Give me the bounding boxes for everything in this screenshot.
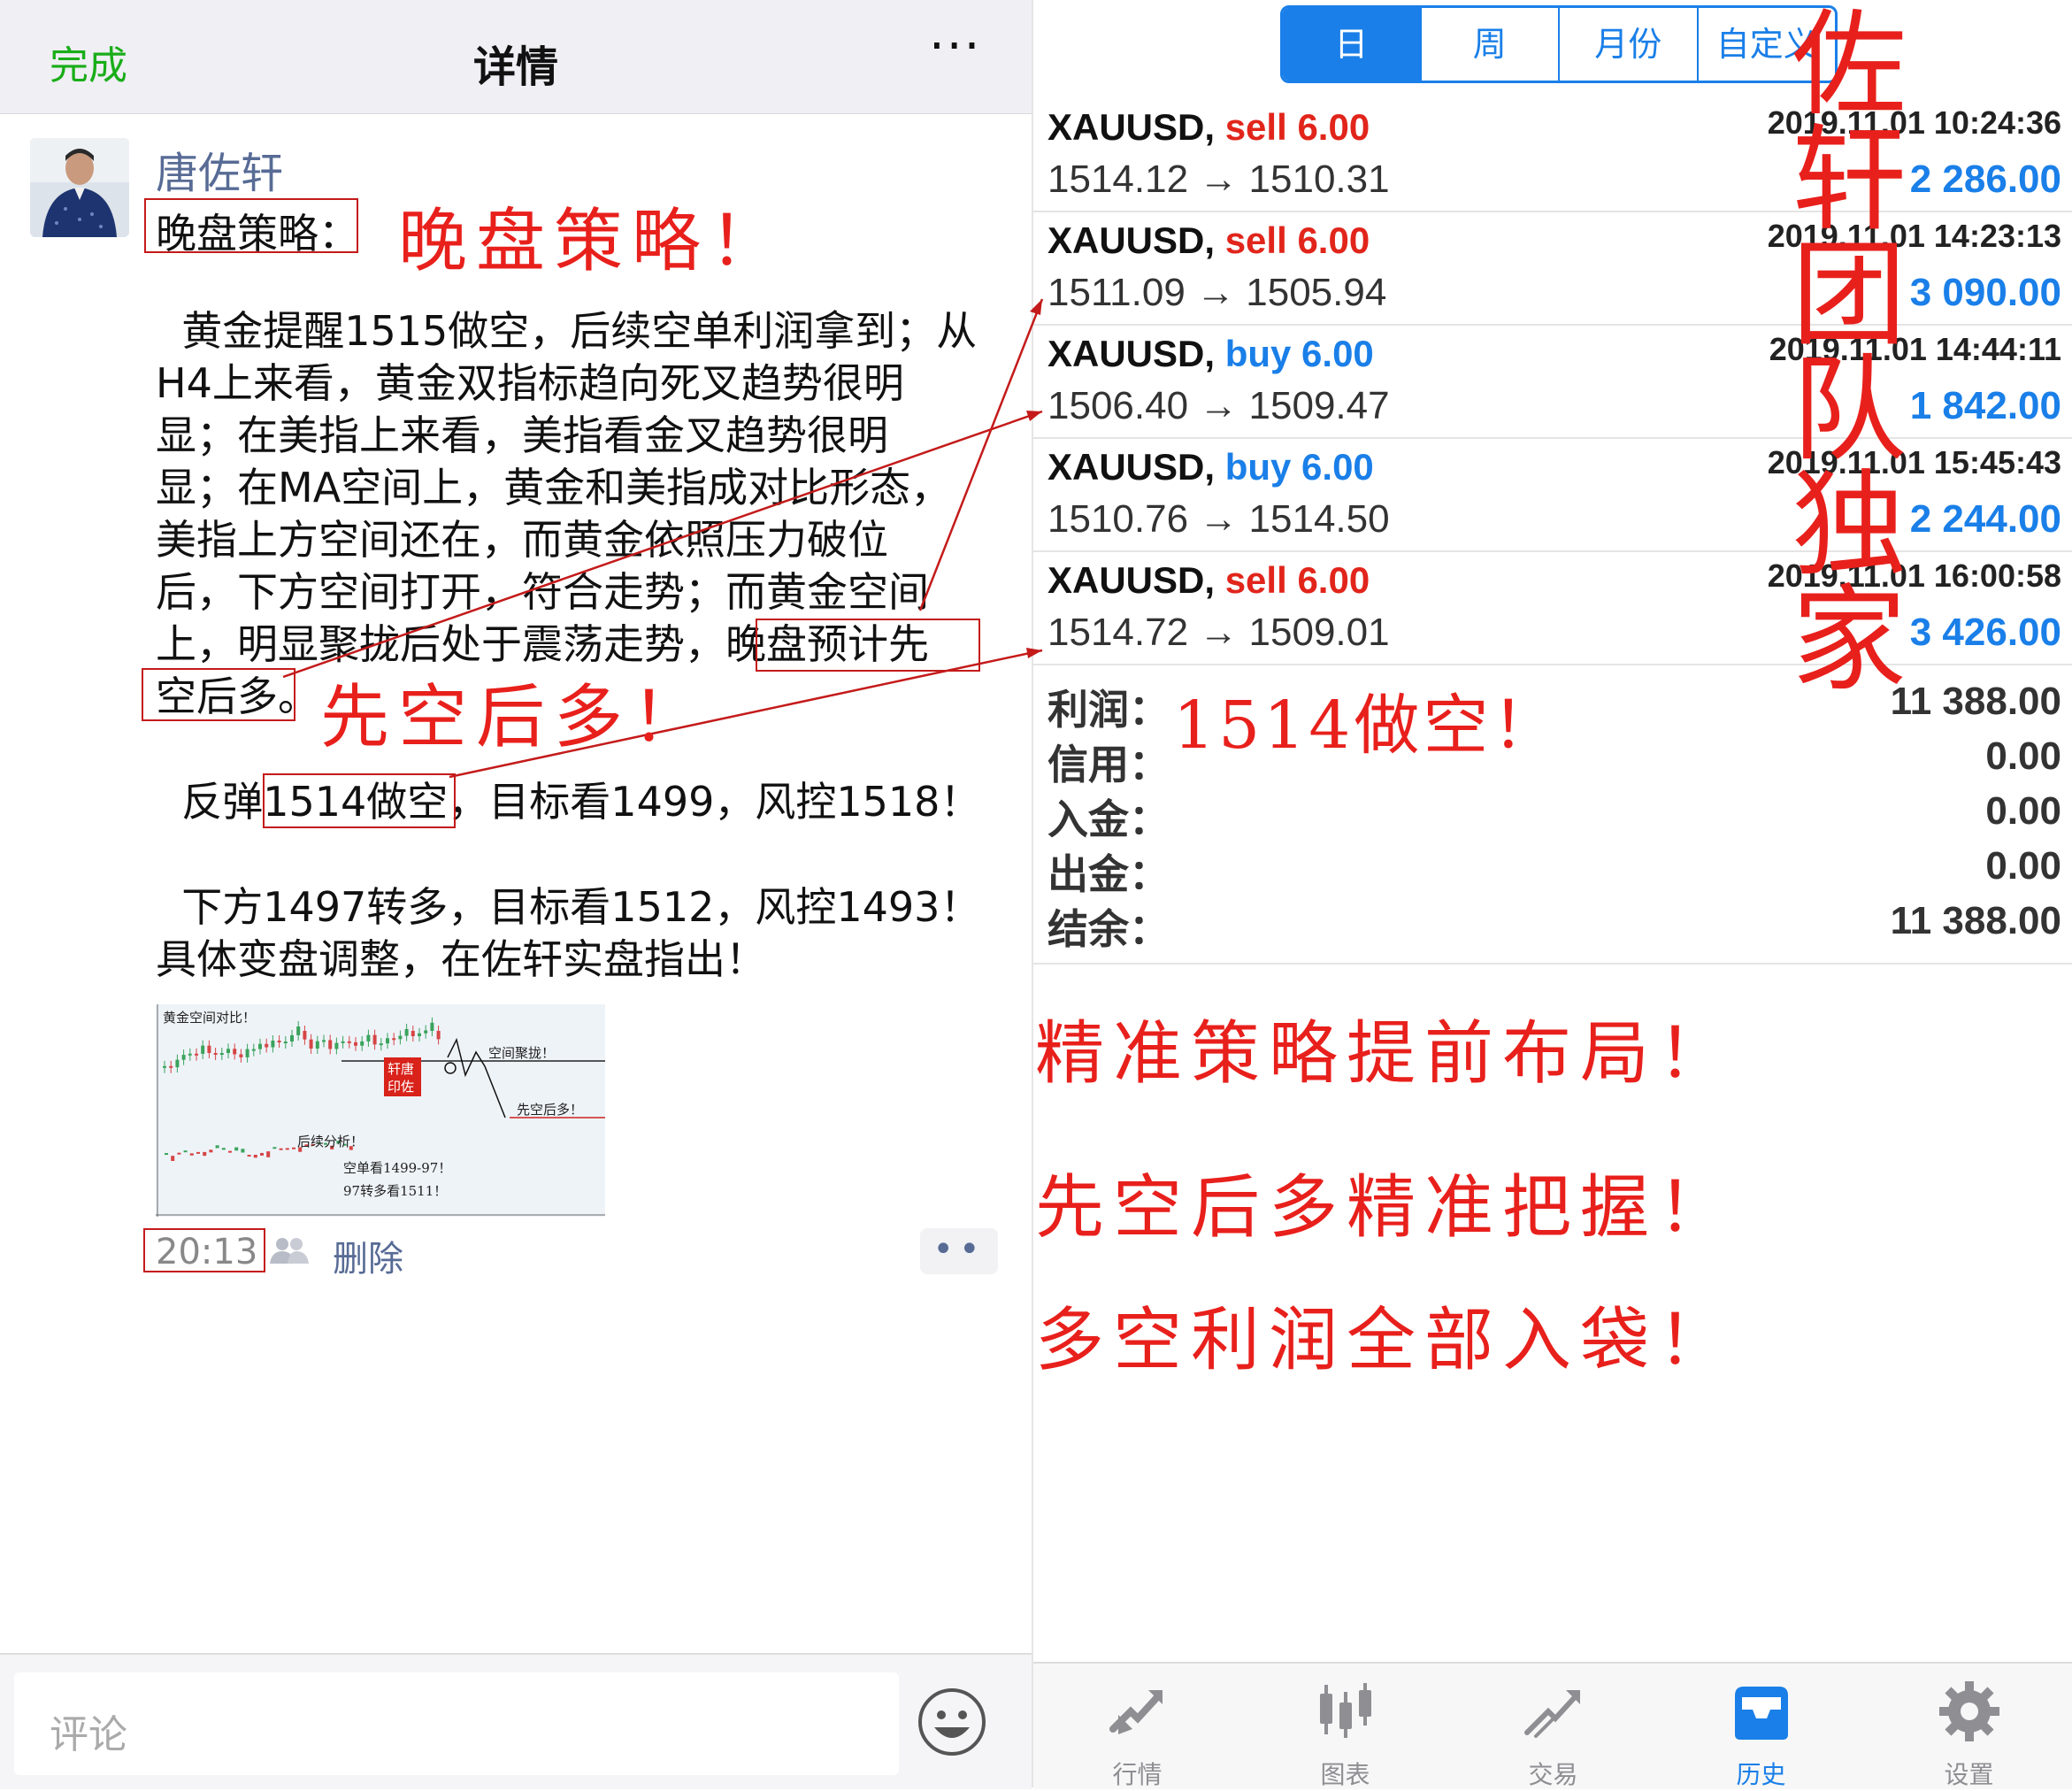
candle-body (203, 1151, 207, 1157)
team-char: 家 (1791, 573, 1907, 707)
candle-body (171, 1156, 175, 1161)
thumb-label-short-long: 先空后多！ (517, 1102, 583, 1118)
candle-body (247, 1155, 251, 1157)
tab-label: 图表 (1320, 1760, 1370, 1789)
tab-chart[interactable]: 图表 (1241, 1664, 1449, 1789)
chart-icon (1320, 1683, 1371, 1738)
candle-body (177, 1152, 181, 1155)
candle-body (165, 1153, 168, 1156)
annotation-evening-strategy: 晚盘策略！ (398, 202, 788, 281)
bottom-tab-bar: 行情 图表 交易 历史 设置 (1033, 1662, 2072, 1789)
annotation-slogan: 多空利润全部入袋！ (1035, 1301, 1737, 1380)
thumb-plan-long: 97转多看1511！ (343, 1183, 447, 1199)
highlight-box-time (143, 1228, 265, 1272)
candle-body (189, 1153, 194, 1156)
svg-text:轩唐: 轩唐 (388, 1061, 414, 1077)
annotation-short-1514: 1514做空！ (1173, 688, 1562, 764)
annotation-slogan: 精准策略提前布局！ (1035, 1014, 1737, 1094)
candle-body (163, 1065, 166, 1068)
history-icon (1735, 1687, 1788, 1740)
annotation-short-then-long: 先空后多！ (320, 678, 710, 757)
candle-body (234, 1147, 239, 1151)
candle-body (272, 1147, 277, 1149)
visibility-people-icon (270, 1238, 309, 1264)
team-char: 队 (1791, 342, 1907, 477)
quotes-icon (1109, 1690, 1163, 1734)
candle-body (241, 1149, 245, 1153)
tab-quotes[interactable]: 行情 (1033, 1664, 1241, 1789)
candle-body (260, 1152, 264, 1156)
svg-text:印佐: 印佐 (388, 1079, 414, 1095)
thumb-plan-short: 空单看1499-97！ (343, 1160, 451, 1176)
team-char: 团 (1791, 227, 1907, 362)
tab-label: 设置 (1944, 1760, 1994, 1789)
team-char: 佐 (1791, 0, 1907, 132)
candle-body (228, 1150, 232, 1153)
comment-bar: 评论 (0, 1653, 1032, 1789)
candle-body (215, 1145, 219, 1149)
candle-body (253, 1154, 257, 1158)
tab-trade[interactable]: 交易 (1449, 1664, 1657, 1789)
emoji-icon[interactable] (917, 1687, 987, 1757)
candle-body (169, 1065, 173, 1068)
candle-body (279, 1148, 283, 1150)
delete-link[interactable]: 删除 (333, 1230, 403, 1281)
candle-body (209, 1149, 213, 1153)
candle-body (221, 1148, 226, 1150)
tab-label: 交易 (1528, 1760, 1578, 1789)
candle-body (292, 1147, 295, 1149)
tab-label: 历史 (1736, 1760, 1786, 1789)
candle-body (196, 1151, 200, 1154)
comment-like-menu-button[interactable]: •• (920, 1228, 998, 1274)
team-char: 独 (1791, 457, 1907, 592)
tab-label: 行情 (1112, 1760, 1163, 1789)
trade-icon (1524, 1690, 1580, 1738)
annotation-slogan: 先空后多精准把握！ (1035, 1168, 1737, 1248)
annotation-arrows (282, 298, 1044, 779)
tab-settings[interactable]: 设置 (1865, 1664, 2072, 1789)
annotation-team-exclusive: 佐 轩 团 队 独 家 (1778, 7, 1920, 697)
candle-body (285, 1148, 289, 1150)
candle-body (183, 1150, 188, 1153)
team-char: 轩 (1791, 112, 1907, 247)
comment-input[interactable]: 评论 (14, 1672, 899, 1775)
comment-placeholder: 评论 (50, 1712, 127, 1757)
candle-body (266, 1151, 271, 1157)
settings-icon (1939, 1681, 1999, 1741)
tab-history[interactable]: 历史 (1657, 1664, 1865, 1789)
thumb-analysis: 后续分析！ (297, 1134, 364, 1149)
